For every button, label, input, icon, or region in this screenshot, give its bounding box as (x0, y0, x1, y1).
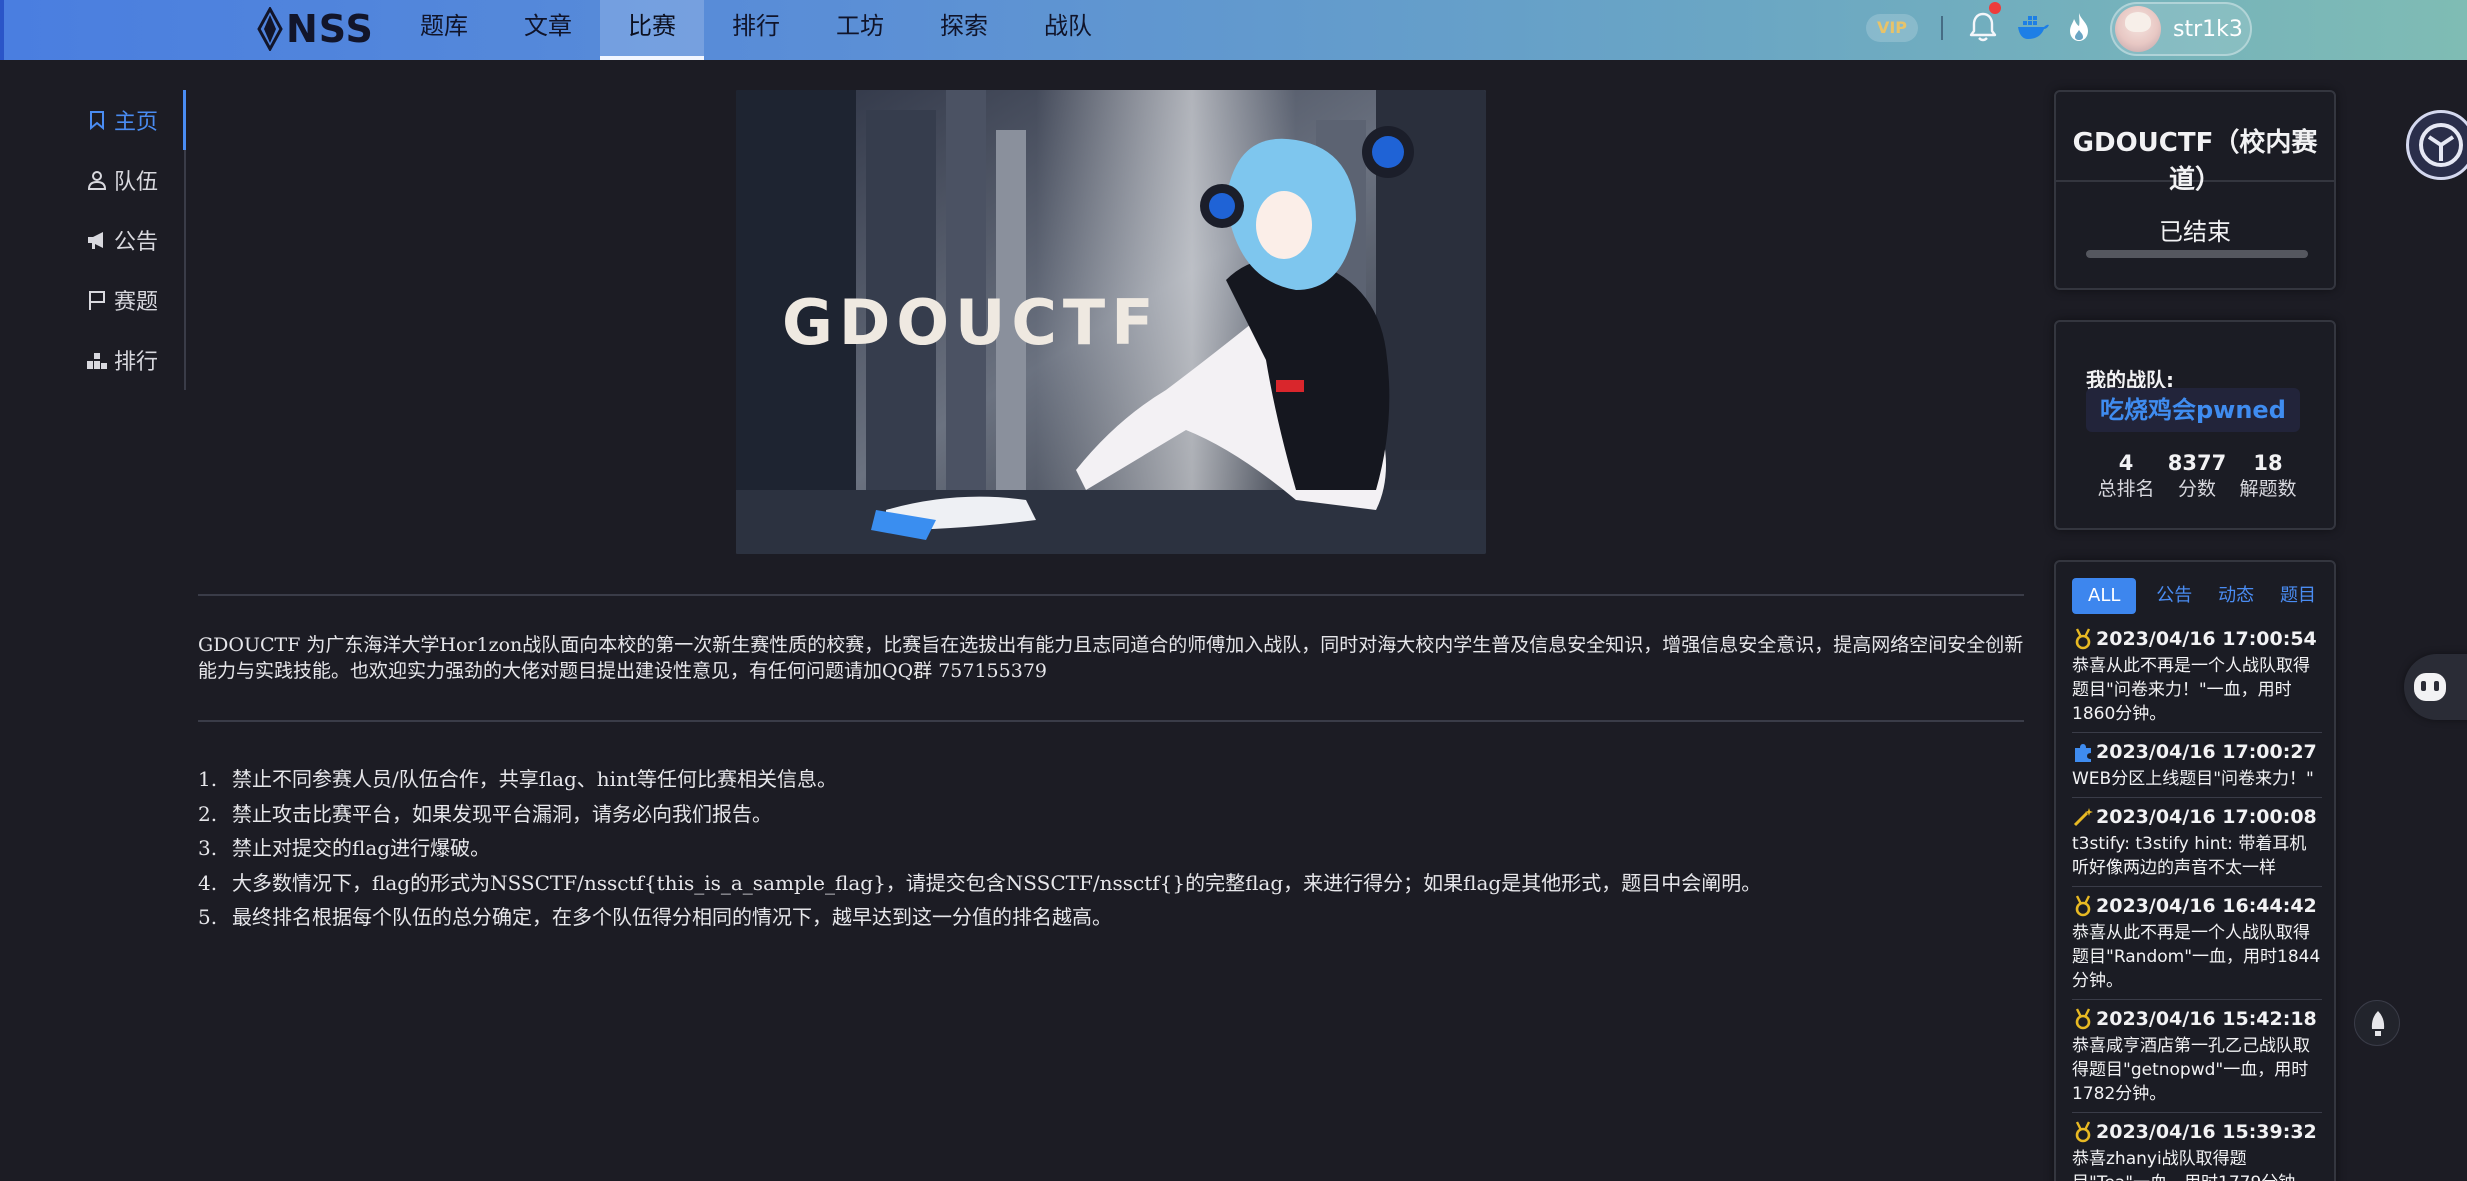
bell-icon[interactable] (1966, 10, 2000, 44)
floating-assistant-button[interactable] (2404, 654, 2467, 720)
feed-list: 2023/04/16 17:00:54 恭喜从此不再是一个人战队取得题目"问卷来… (2072, 620, 2322, 1181)
divider (198, 720, 2024, 722)
robot-icon (2414, 673, 2446, 701)
my-team-card: 我的战队: 吃烧鸡会pwned 4 总排名 8377 分数 18 解题数 (2054, 320, 2336, 530)
contest-sidebar: 主页 队伍 公告 赛题 排行 (70, 90, 186, 390)
sidebar-item-label: 队伍 (114, 170, 159, 195)
wand-icon (2073, 808, 2093, 827)
nav-item-articles[interactable]: 文章 (496, 0, 600, 60)
medal-icon (2075, 895, 2091, 917)
contest-title: GDOUCTF（校内赛道） (2056, 92, 2334, 195)
banner-illustration: GDOUCTF (736, 90, 1486, 554)
user-icon (87, 171, 107, 190)
contest-progress-fill (2086, 250, 2308, 258)
rule-item: 2. 禁止攻击比赛平台，如果发现平台漏洞，请务必向我们报告。 (198, 801, 772, 826)
logo-diamond-icon (257, 7, 283, 51)
username: str1k3 (2173, 16, 2243, 42)
user-menu[interactable]: str1k3 (2110, 2, 2252, 56)
team-name-link[interactable]: 吃烧鸡会pwned (2086, 388, 2300, 432)
top-navbar: NSS 题库 文章 比赛 排行 工坊 探索 战队 VIP str1k3 (0, 0, 2467, 60)
feed-tabs: ALL 公告 动态 题目 (2072, 578, 2322, 614)
flag-icon (89, 291, 105, 310)
contest-description: GDOUCTF 为广东海洋大学Hor1zon战队面向本校的第一次新生赛性质的校赛… (198, 634, 2024, 682)
rocket-icon (2371, 1011, 2385, 1036)
list-item: 2023/04/16 15:42:18 恭喜咸亨酒店第一孔乙己战队取得题目"ge… (2072, 1000, 2322, 1113)
nav-item-workshop[interactable]: 工坊 (808, 0, 912, 60)
brand-name: NSS (286, 7, 374, 51)
rule-item: 1. 禁止不同参赛人员/队伍合作，共享flag、hint等任何比赛相关信息。 (198, 767, 837, 791)
puzzle-icon (2075, 744, 2091, 762)
tab-challenges[interactable]: 题目 (2274, 578, 2322, 614)
tab-all[interactable]: ALL (2072, 578, 2137, 614)
list-item: 2023/04/16 16:44:42 恭喜从此不再是一个人战队取得题目"Ran… (2072, 887, 2322, 1000)
contest-banner: GDOUCTF (736, 90, 1486, 554)
vip-badge[interactable]: VIP (1866, 14, 1918, 42)
team-stat-solved: 18 解题数 (2239, 451, 2297, 500)
medal-icon (2075, 1008, 2091, 1030)
tab-announcements[interactable]: 公告 (2150, 578, 2198, 614)
list-item: 2023/04/16 17:00:54 恭喜从此不再是一个人战队取得题目"问卷来… (2072, 620, 2322, 733)
contest-progress-bar (2086, 250, 2308, 258)
contest-info-card: GDOUCTF（校内赛道） 已结束 (2054, 90, 2336, 290)
bookmark-icon (90, 111, 104, 131)
tab-activity[interactable]: 动态 (2212, 578, 2260, 614)
list-item: 2023/04/16 17:00:27 WEB分区上线题目"问卷来力！" (2072, 733, 2322, 798)
sidebar-item-label: 赛题 (114, 290, 159, 315)
list-item: 2023/04/16 17:00:08 t3stify: t3stify hin… (2072, 798, 2322, 887)
medal-icon (2075, 1121, 2091, 1143)
nav-item-contests[interactable]: 比赛 (600, 0, 704, 60)
nav-item-problems[interactable]: 题库 (392, 0, 496, 60)
rule-item: 5. 最终排名根据每个队伍的总分确定，在多个队伍得分相同的情况下，越早达到这一分值… (198, 905, 1112, 929)
site-logo[interactable]: NSS (256, 4, 374, 54)
sidebar-item-label: 公告 (114, 230, 159, 255)
nav-item-explore[interactable]: 探索 (912, 0, 1016, 60)
back-to-top-button[interactable] (2354, 1000, 2400, 1046)
main-nav: 题库 文章 比赛 排行 工坊 探索 战队 (392, 0, 1120, 60)
notification-dot (1989, 2, 2001, 14)
podium-icon (87, 353, 107, 369)
list-item: 2023/04/16 15:39:32 恭喜zhanyi战队取得题目"Tea"一… (2072, 1113, 2322, 1181)
sidebar-item-label: 排行 (114, 350, 159, 375)
nav-item-ranking[interactable]: 排行 (704, 0, 808, 60)
contest-rules: 1. 禁止不同参赛人员/队伍合作，共享flag、hint等任何比赛相关信息。 2.… (198, 762, 2024, 935)
sidebar-item-challenges[interactable]: 赛题 (70, 270, 184, 330)
medal-icon (2075, 628, 2091, 650)
activity-feed-card: ALL 公告 动态 题目 2023/04/16 17:00:54 恭喜从此不再是… (2054, 560, 2336, 1181)
sidebar-item-label: 主页 (114, 110, 159, 135)
avatar (2115, 6, 2161, 52)
floating-logo-button[interactable] (2406, 110, 2467, 180)
sidebar-item-team[interactable]: 队伍 (70, 150, 184, 210)
sidebar-item-home[interactable]: 主页 (70, 90, 186, 150)
fire-icon[interactable] (2062, 10, 2096, 44)
nav-item-teams[interactable]: 战队 (1016, 0, 1120, 60)
header-divider (1941, 16, 1943, 40)
sidebar-item-announcements[interactable]: 公告 (70, 210, 184, 270)
megaphone-icon (88, 232, 103, 249)
rule-item: 3. 禁止对提交的flag进行爆破。 (198, 836, 491, 860)
divider (198, 594, 2024, 596)
docker-icon[interactable] (2016, 10, 2050, 44)
sidebar-item-ranking[interactable]: 排行 (70, 330, 184, 390)
rule-item: 4. 大多数情况下，flag的形式为NSSCTF/nssctf{this_is_a… (198, 870, 1762, 895)
banner-title: GDOUCTF (782, 286, 1160, 359)
team-logo-icon (2419, 123, 2463, 167)
